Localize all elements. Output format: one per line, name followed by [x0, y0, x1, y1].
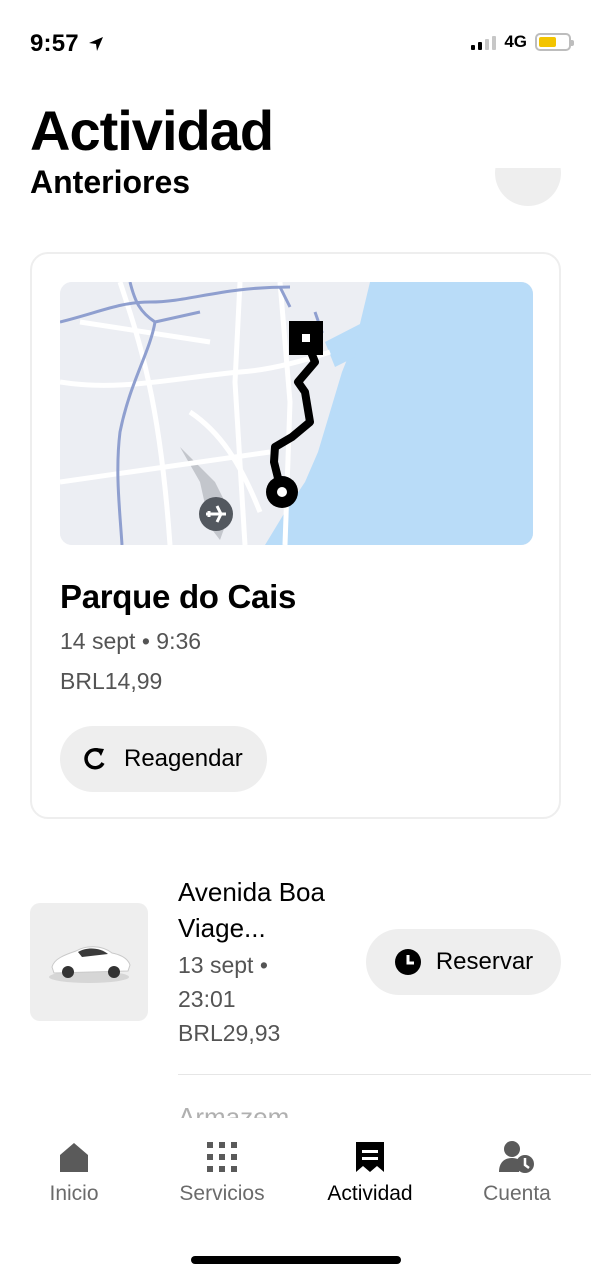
rebook-button[interactable]: Reagendar: [60, 726, 267, 792]
nav-label: Inicio: [49, 1182, 99, 1205]
network-type: 4G: [504, 32, 527, 51]
trip-card[interactable]: Parque do Cais 14 sept • 9:36 BRL14,99 R…: [30, 252, 561, 819]
next-trip-title: Armazem: [178, 1102, 290, 1118]
car-icon: [30, 903, 148, 1021]
filter-button[interactable]: [495, 168, 561, 206]
grid-icon: [207, 1142, 237, 1172]
section-title: Anteriores: [30, 168, 191, 200]
receipt-icon: [356, 1142, 384, 1172]
cellular-signal-icon: [471, 34, 497, 50]
list-divider: [178, 1074, 591, 1075]
trip-destination: Avenida Boa Viage...: [178, 877, 325, 943]
trip-date-time: 13 sept • 23:01: [178, 952, 268, 1012]
nav-item-actividad[interactable]: Actividad: [296, 1140, 444, 1206]
nav-label: Servicios: [179, 1182, 265, 1205]
nav-label: Actividad: [327, 1182, 413, 1205]
rebook-label: Reagendar: [124, 745, 243, 772]
location-arrow-icon: [88, 37, 103, 51]
status-time: 9:57: [30, 30, 105, 58]
nav-label: Cuenta: [483, 1182, 551, 1205]
reserve-button[interactable]: Reservar: [366, 929, 561, 995]
trip-price: BRL14,99: [60, 668, 163, 694]
section-header: Anteriores: [0, 168, 591, 210]
trip-destination: Parque do Cais: [60, 578, 297, 615]
account-icon: [499, 1141, 534, 1173]
status-indicators: 4G: [471, 32, 574, 52]
nav-item-cuenta[interactable]: Cuenta: [443, 1140, 591, 1206]
refresh-icon: [84, 748, 105, 770]
next-trip-peek: Armazem: [178, 1100, 478, 1118]
status-bar: 9:57 4G: [0, 0, 591, 90]
trip-date-time: 14 sept • 9:36: [60, 628, 202, 654]
home-icon: [60, 1143, 88, 1172]
clock-icon: [394, 949, 421, 975]
battery-icon: [535, 33, 574, 51]
nav-item-inicio[interactable]: Inicio: [0, 1140, 148, 1206]
clock-text: 9:57: [30, 30, 79, 57]
route-map: [60, 282, 533, 545]
home-indicator[interactable]: [191, 1256, 401, 1264]
trip-list-item[interactable]: Avenida Boa Viage... 13 sept • 23:01 BRL…: [30, 870, 591, 1070]
nav-item-servicios[interactable]: Servicios: [148, 1140, 296, 1206]
trip-price: BRL29,93: [178, 1020, 281, 1046]
reserve-label: Reservar: [435, 948, 534, 975]
page-title: Actividad: [30, 99, 274, 162]
filter-icon: [513, 168, 543, 188]
